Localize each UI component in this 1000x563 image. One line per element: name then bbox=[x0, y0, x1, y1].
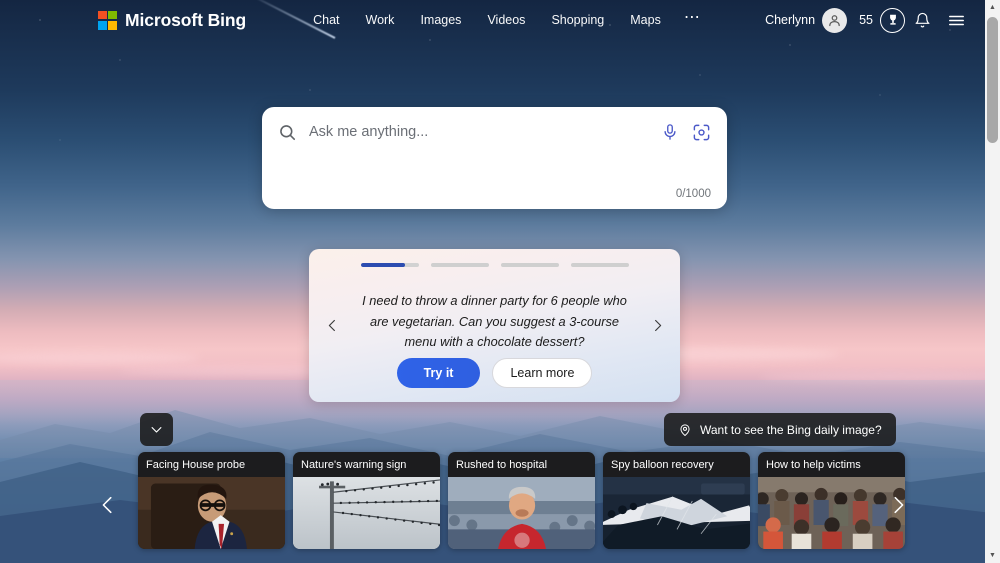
news-card-image bbox=[603, 477, 750, 549]
microphone-icon[interactable] bbox=[661, 123, 679, 141]
search-actions bbox=[661, 123, 711, 142]
header-actions: Cherlynn 55 bbox=[765, 3, 985, 37]
microsoft-logo-icon bbox=[98, 10, 117, 30]
scrollbar-track[interactable] bbox=[985, 15, 1000, 548]
suggestion-card: I need to throw a dinner party for 6 peo… bbox=[309, 249, 680, 402]
news-card-image bbox=[758, 477, 905, 549]
rewards-points-label: 55 bbox=[859, 13, 873, 27]
search-icon bbox=[280, 124, 296, 140]
avatar[interactable] bbox=[822, 7, 848, 33]
nav-item-chat[interactable]: Chat bbox=[300, 9, 352, 31]
trophy-icon bbox=[889, 14, 896, 25]
nav-more-icon[interactable]: ⋯ bbox=[674, 10, 712, 26]
person-icon bbox=[829, 14, 840, 26]
search-row bbox=[262, 107, 727, 157]
location-pin-icon bbox=[680, 423, 690, 436]
carousel-next-button[interactable] bbox=[885, 492, 911, 518]
news-card[interactable]: Spy balloon recovery bbox=[603, 452, 750, 549]
progress-segment[interactable] bbox=[431, 263, 489, 267]
news-card-title: Rushed to hospital bbox=[456, 459, 548, 471]
news-card-title: Facing House probe bbox=[146, 459, 246, 471]
top-navigation-bar: Microsoft Bing Chat Work Images Videos S… bbox=[0, 0, 985, 40]
news-carousel: Facing House probe Nature's warning sign… bbox=[138, 452, 905, 549]
nav-item-maps[interactable]: Maps bbox=[617, 9, 674, 31]
scrollbar-thumb[interactable] bbox=[987, 17, 998, 143]
character-counter: 0/1000 bbox=[675, 188, 711, 200]
main-nav: Chat Work Images Videos Shopping Maps ⋯ bbox=[300, 9, 711, 31]
suggestion-progress bbox=[361, 263, 629, 267]
daily-image-label: Want to see the Bing daily image? bbox=[700, 422, 882, 437]
news-card[interactable]: Facing House probe bbox=[138, 452, 285, 549]
progress-segment[interactable] bbox=[361, 263, 419, 267]
news-card-title: Nature's warning sign bbox=[301, 459, 407, 471]
suggestion-prev-button[interactable] bbox=[319, 313, 345, 339]
nav-item-shopping[interactable]: Shopping bbox=[538, 9, 617, 31]
collapse-feed-button[interactable] bbox=[140, 413, 173, 446]
news-card[interactable]: Rushed to hospital bbox=[448, 452, 595, 549]
page-scrollbar[interactable]: ▲ ▼ bbox=[985, 0, 1000, 563]
chevron-right-icon bbox=[654, 319, 661, 332]
progress-segment[interactable] bbox=[571, 263, 629, 267]
news-card-image bbox=[293, 477, 440, 549]
news-card-title: Spy balloon recovery bbox=[611, 459, 714, 471]
scroll-down-button[interactable]: ▼ bbox=[985, 548, 1000, 563]
suggestion-next-button[interactable] bbox=[644, 313, 670, 339]
search-box: 0/1000 bbox=[262, 107, 727, 209]
suggestion-buttons: Try it Learn more bbox=[309, 358, 680, 388]
visual-search-icon[interactable] bbox=[692, 123, 711, 142]
bing-homepage: Microsoft Bing Chat Work Images Videos S… bbox=[0, 0, 1000, 563]
bing-logo-link[interactable]: Microsoft Bing bbox=[98, 10, 246, 31]
hamburger-menu-icon bbox=[948, 15, 964, 25]
nav-item-images[interactable]: Images bbox=[407, 9, 474, 31]
carousel-prev-button[interactable] bbox=[95, 492, 121, 518]
suggestion-prompt-text: I need to throw a dinner party for 6 peo… bbox=[362, 293, 627, 350]
news-card-title: How to help victims bbox=[766, 459, 861, 471]
nav-item-videos[interactable]: Videos bbox=[474, 9, 538, 31]
progress-segment[interactable] bbox=[501, 263, 559, 267]
scroll-up-button[interactable]: ▲ bbox=[985, 0, 1000, 15]
chevron-left-icon bbox=[328, 319, 335, 332]
learn-more-button[interactable]: Learn more bbox=[492, 358, 593, 388]
chevron-left-icon bbox=[102, 496, 112, 514]
nav-item-work[interactable]: Work bbox=[353, 9, 408, 31]
search-input[interactable] bbox=[309, 124, 661, 140]
menu-button[interactable] bbox=[939, 3, 973, 37]
try-it-button[interactable]: Try it bbox=[396, 358, 481, 388]
daily-image-button[interactable]: Want to see the Bing daily image? bbox=[664, 413, 896, 446]
news-card-image bbox=[448, 477, 595, 549]
news-card[interactable]: Nature's warning sign bbox=[293, 452, 440, 549]
brand-title: Microsoft Bing bbox=[125, 9, 247, 30]
chevron-down-icon bbox=[151, 427, 162, 433]
news-card[interactable]: How to help victims bbox=[758, 452, 905, 549]
bell-icon bbox=[915, 12, 929, 27]
news-card-image bbox=[138, 477, 285, 549]
user-name-label: Cherlynn bbox=[765, 13, 816, 27]
notifications-button[interactable] bbox=[905, 3, 939, 37]
rewards-badge-icon[interactable] bbox=[880, 7, 905, 33]
chevron-right-icon bbox=[894, 496, 904, 514]
